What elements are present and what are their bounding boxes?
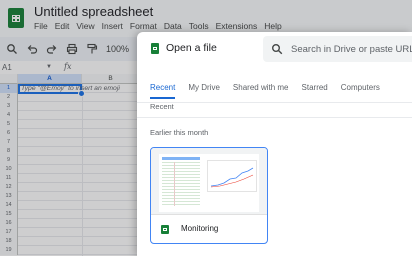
- dialog-tabs: Recent My Drive Shared with me Starred C…: [137, 76, 412, 103]
- file-card[interactable]: Monitoring: [150, 147, 268, 244]
- divider: [137, 117, 412, 118]
- sheets-file-icon: [161, 225, 169, 234]
- sort-header: Recent: [150, 102, 174, 111]
- dialog-header: Open a file Search in Drive or paste URL: [137, 32, 412, 66]
- file-card-footer: Monitoring: [151, 214, 267, 243]
- tab-computers[interactable]: Computers: [341, 79, 380, 99]
- search-box[interactable]: Search in Drive or paste URL: [263, 36, 412, 62]
- tab-starred[interactable]: Starred: [302, 79, 328, 99]
- sheets-icon: [151, 43, 159, 54]
- search-icon: [272, 44, 283, 55]
- tab-recent[interactable]: Recent: [150, 79, 176, 99]
- thumbnail-sheet: [159, 154, 259, 212]
- tab-shared-with-me[interactable]: Shared with me: [233, 79, 289, 99]
- thumbnail-chart: [207, 160, 257, 192]
- tab-my-drive[interactable]: My Drive: [188, 79, 220, 99]
- file-name: Monitoring: [181, 224, 219, 233]
- open-file-dialog: Open a file Search in Drive or paste URL…: [137, 32, 412, 256]
- thumbnail-header: [162, 157, 200, 160]
- thumbnail-rows: [162, 162, 200, 206]
- file-thumbnail: [151, 148, 267, 215]
- section-label: Earlier this month: [150, 128, 209, 137]
- dialog-title: Open a file: [166, 42, 217, 54]
- search-input[interactable]: Search in Drive or paste URL: [291, 44, 412, 55]
